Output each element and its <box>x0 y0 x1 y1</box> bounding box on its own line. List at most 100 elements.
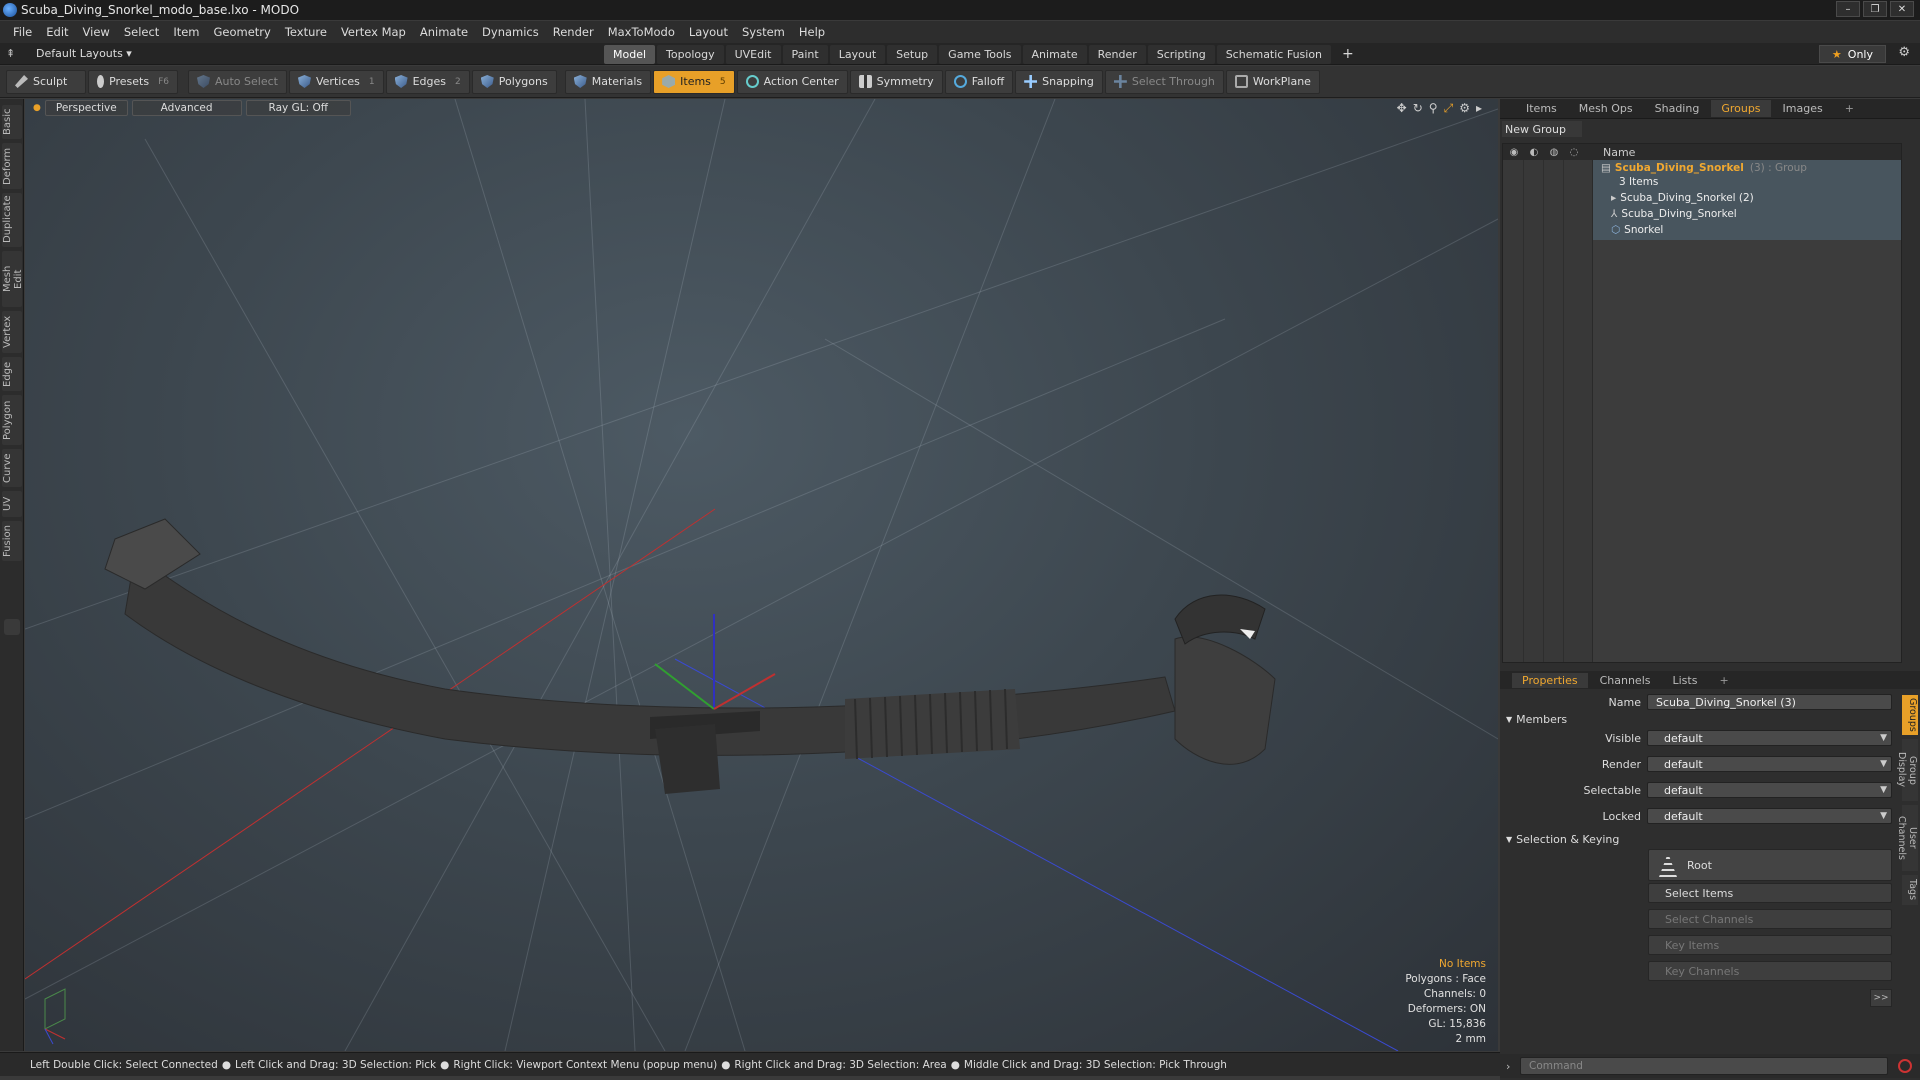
add-tab-button[interactable]: + <box>1709 673 1738 688</box>
selection-keying-section[interactable]: ▼ Selection & Keying <box>1506 831 1619 847</box>
materials-button[interactable]: Materials <box>564 69 652 94</box>
new-group-button[interactable]: New Group <box>1502 121 1582 137</box>
workplane-button[interactable]: WorkPlane <box>1225 69 1320 94</box>
tab-groups[interactable]: Groups <box>1711 100 1771 117</box>
minimize-button[interactable]: – <box>1836 1 1860 17</box>
tab-render[interactable]: Render <box>1088 44 1146 64</box>
auto-select-button[interactable]: Auto Select <box>188 69 287 94</box>
gear-icon[interactable]: ⚙ <box>1898 45 1910 60</box>
tab-channels[interactable]: Channels <box>1590 673 1661 688</box>
tab-animate[interactable]: Animate <box>1022 44 1087 64</box>
add-tab-button[interactable]: + <box>1835 100 1864 117</box>
tab-images[interactable]: Images <box>1773 100 1833 117</box>
render-dropdown[interactable]: default ▼ <box>1647 756 1892 772</box>
locked-dropdown[interactable]: default ▼ <box>1647 808 1892 824</box>
layout-home-icon[interactable]: ⇞ <box>6 47 22 60</box>
command-input[interactable]: Command <box>1520 1057 1888 1075</box>
tab-shading[interactable]: Shading <box>1645 100 1710 117</box>
tab-model[interactable]: Model <box>604 44 656 64</box>
lock-icon[interactable]: ◍ <box>1545 147 1563 158</box>
tab-properties[interactable]: Properties <box>1512 672 1588 688</box>
vtab-polygon[interactable]: Polygon <box>2 395 22 445</box>
tab-scripting[interactable]: Scripting <box>1147 44 1215 64</box>
edges-button[interactable]: Edges 2 <box>385 69 470 94</box>
key-channels-button[interactable]: Key Channels <box>1648 961 1892 981</box>
viewport-menu-icon[interactable]: ● <box>33 103 41 113</box>
rotate-icon[interactable]: ↻ <box>1413 101 1423 116</box>
menu-help[interactable]: Help <box>792 25 832 39</box>
name-field[interactable]: Scuba_Diving_Snorkel (3) <box>1647 694 1892 710</box>
tab-items[interactable]: Items <box>1516 100 1567 117</box>
vtab-basic[interactable]: Basic <box>2 105 22 139</box>
vtab-duplicate[interactable]: Duplicate <box>2 193 22 247</box>
render-icon[interactable]: ◐ <box>1525 147 1543 158</box>
menu-select[interactable]: Select <box>117 25 166 39</box>
fit-icon[interactable]: ⤢ <box>1444 101 1454 116</box>
tree-row-item[interactable]: ⅄ Scuba_Diving_Snorkel <box>1611 206 1737 222</box>
command-stop-icon[interactable] <box>1898 1059 1912 1073</box>
advanced-dropdown[interactable]: Advanced <box>131 100 242 116</box>
vtab-uv[interactable]: UV <box>2 491 22 517</box>
menu-item[interactable]: Item <box>166 25 206 39</box>
selectable-dropdown[interactable]: default ▼ <box>1647 782 1892 798</box>
3d-viewport[interactable]: ● Perspective Advanced Ray GL: Off ✥ ↻ ⚲… <box>25 99 1498 1051</box>
select-through-button[interactable]: Select Through <box>1104 69 1224 94</box>
close-button[interactable]: ✕ <box>1890 1 1914 17</box>
left-strip-toggle[interactable] <box>4 619 20 635</box>
eye-icon[interactable]: ◉ <box>1505 147 1523 158</box>
select-channels-button[interactable]: Select Channels <box>1648 909 1892 929</box>
tree-row-item[interactable]: ▸ Scuba_Diving_Snorkel (2) <box>1611 190 1754 206</box>
only-toggle[interactable]: ★ Only <box>1818 45 1886 63</box>
menu-layout[interactable]: Layout <box>682 25 735 39</box>
vtab-mesh-edit[interactable]: Mesh Edit <box>2 251 24 307</box>
tab-game-tools[interactable]: Game Tools <box>939 44 1021 64</box>
tab-setup[interactable]: Setup <box>887 44 938 64</box>
menu-animate[interactable]: Animate <box>413 25 475 39</box>
select-icon[interactable]: ◌ <box>1565 147 1583 158</box>
maximize-button[interactable]: ❐ <box>1863 1 1887 17</box>
viewport-settings-icon[interactable]: ⚙ <box>1459 101 1470 116</box>
tree-row-item[interactable]: ⬡ Snorkel <box>1611 222 1663 238</box>
tab-topology[interactable]: Topology <box>657 44 724 64</box>
perspective-dropdown[interactable]: Perspective <box>44 100 128 116</box>
tab-mesh-ops[interactable]: Mesh Ops <box>1569 100 1643 117</box>
menu-view[interactable]: View <box>76 25 117 39</box>
sidetab-groups[interactable]: Groups <box>1902 695 1918 735</box>
tab-uvedit[interactable]: UVEdit <box>725 44 781 64</box>
tab-layout[interactable]: Layout <box>829 44 886 64</box>
tab-lists[interactable]: Lists <box>1663 673 1708 688</box>
sculpt-button[interactable]: Sculpt <box>6 69 86 94</box>
viewport-expand-icon[interactable]: ▸ <box>1476 101 1482 116</box>
vtab-curve[interactable]: Curve <box>2 449 22 487</box>
key-items-button[interactable]: Key Items <box>1648 935 1892 955</box>
select-items-button[interactable]: Select Items <box>1648 883 1892 903</box>
vtab-vertex[interactable]: Vertex <box>2 311 22 353</box>
vtab-edge[interactable]: Edge <box>2 357 22 391</box>
sidetab-group-display[interactable]: Group Display <box>1896 739 1918 801</box>
zoom-icon[interactable]: ⚲ <box>1429 101 1438 116</box>
vertices-button[interactable]: Vertices 1 <box>288 69 384 94</box>
default-layouts-dropdown[interactable]: Default Layouts ▾ <box>36 47 132 60</box>
vtab-fusion[interactable]: Fusion <box>2 521 22 561</box>
snapping-button[interactable]: Snapping <box>1015 69 1103 94</box>
members-section[interactable]: ▼ Members <box>1506 711 1567 727</box>
add-tab-button[interactable]: + <box>1333 43 1363 65</box>
menu-edit[interactable]: Edit <box>39 25 75 39</box>
tab-paint[interactable]: Paint <box>782 44 828 64</box>
sidetab-user-channels[interactable]: User Channels <box>1896 805 1918 871</box>
root-button[interactable]: Root <box>1648 849 1892 881</box>
action-center-button[interactable]: Action Center <box>736 69 848 94</box>
visible-dropdown[interactable]: default ▼ <box>1647 730 1892 746</box>
menu-vertex-map[interactable]: Vertex Map <box>334 25 413 39</box>
menu-system[interactable]: System <box>735 25 792 39</box>
pan-icon[interactable]: ✥ <box>1397 101 1407 116</box>
menu-file[interactable]: File <box>6 25 39 39</box>
menu-dynamics[interactable]: Dynamics <box>475 25 546 39</box>
vtab-deform[interactable]: Deform <box>2 143 22 189</box>
falloff-button[interactable]: Falloff <box>944 69 1014 94</box>
name-column-header[interactable]: Name <box>1595 146 1635 159</box>
expand-button[interactable]: >> <box>1870 989 1892 1007</box>
symmetry-button[interactable]: Symmetry <box>849 69 943 94</box>
sidetab-tags[interactable]: Tags <box>1902 875 1918 905</box>
transform-gizmo[interactable] <box>654 614 776 710</box>
